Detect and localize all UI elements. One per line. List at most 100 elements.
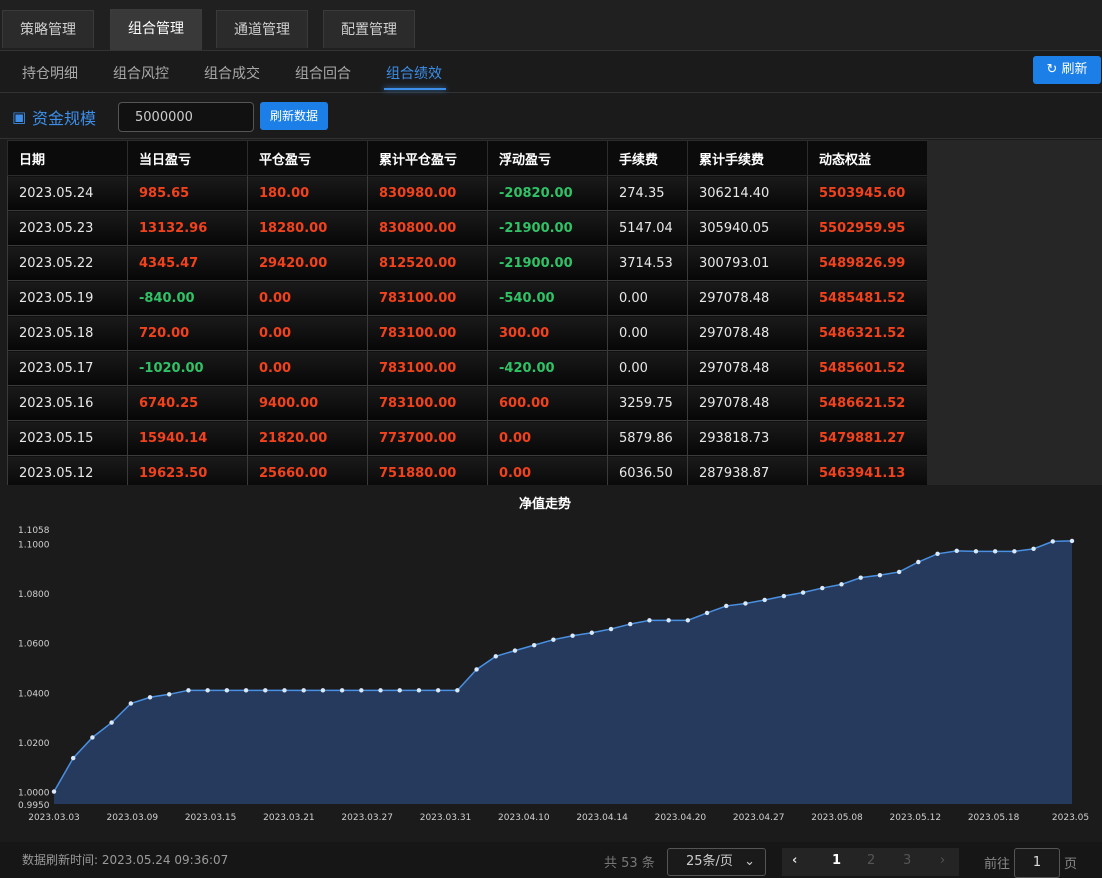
table-cell: 600.00 [487,385,608,421]
chart-point [263,688,268,693]
chart-point [71,755,76,761]
table-cell: 5463941.13 [807,455,927,485]
table-cell: 2023.05.24 [7,175,128,211]
top-tab-bar: 策略管理 组合管理 通道管理 配置管理 [0,0,1102,51]
chart-point [628,621,633,627]
refresh-button[interactable]: ↻ 刷新 [1033,56,1101,84]
table-cell: 6036.50 [607,455,688,485]
table-cell: 751880.00 [367,455,488,485]
chart-point [1031,546,1036,552]
x-tick-label: 2023.05 [1052,813,1089,823]
x-tick-label: 2023.05.18 [968,813,1020,823]
y-tick-label: 0.9950 [18,801,50,811]
chart-point [647,618,652,623]
refresh-data-button[interactable]: 刷新数据 [260,102,328,130]
table-cell: 3259.75 [607,385,688,421]
table-row: 2023.05.22 4345.47 29420.00 812520.00 -21900… [7,245,927,281]
table-cell: 0.00 [247,315,368,351]
subtab-rounds[interactable]: 组合回合 [295,63,351,83]
chart-point [301,688,306,693]
chart-point [493,654,498,659]
table-cell: -21900.00 [487,245,608,281]
table-row: 2023.05.16 6740.25 9400.00 783100.00 600.00 3… [7,385,927,421]
y-tick-label: 1.1058 [18,526,50,536]
subtab-risk[interactable]: 组合风控 [113,63,169,83]
table-cell: 297078.48 [687,350,808,386]
table-cell: 2023.05.22 [7,245,128,281]
table-cell: 305940.05 [687,210,808,246]
chart-point [839,582,844,587]
table-cell: 830980.00 [367,175,488,211]
table-row: 2023.05.15 15940.14 21820.00 773700.00 0.00 5… [7,420,927,456]
table-cell: -420.00 [487,350,608,386]
table-cell: 773700.00 [367,420,488,456]
x-tick-label: 2023.05.08 [811,813,863,823]
x-tick-label: 2023.04.20 [655,813,707,823]
chart-point [724,603,729,609]
table-cell: 3714.53 [607,245,688,281]
divider [0,138,1102,139]
page-3[interactable]: 3 [903,853,911,868]
page-1[interactable]: 1 [832,853,841,868]
refresh-button-label: 刷新 [1061,62,1088,77]
chart-point [551,637,556,642]
table-cell: 297078.48 [687,280,808,316]
chart-point [935,551,940,557]
next-page-icon[interactable]: › [940,853,945,868]
table-cell: 306214.40 [687,175,808,211]
x-tick-label: 2023.05.12 [890,813,942,823]
goto-page-input[interactable]: 1 [1014,848,1060,878]
table-cell: 0.00 [607,280,688,316]
chart-point [128,701,134,706]
table-cell: 300793.01 [687,245,808,281]
chart-point [762,597,767,603]
tab-portfolio[interactable]: 组合管理 [110,9,202,50]
page-size-select[interactable]: 25条/页 ⌄ [667,848,766,876]
column-header: 手续费 [607,140,688,176]
performance-table: 日期 当日盈亏 平仓盈亏 累计平仓盈亏 浮动盈亏 手续费 累计手续费 动态权益 2023.05… [7,140,927,485]
active-subtab-indicator [384,88,446,90]
table-cell: 29420.00 [247,245,368,281]
chart-point [973,549,979,554]
tab-channel[interactable]: 通道管理 [216,10,308,48]
page-unit-label: 页 [1064,857,1078,872]
y-tick-label: 1.0800 [18,590,50,600]
chart-point [474,667,479,672]
table-cell: 15940.14 [127,420,248,456]
chart-point [666,618,671,623]
table-cell: 5479881.27 [807,420,927,456]
chart-point [820,585,825,591]
chart-point [743,601,748,606]
tab-strategy[interactable]: 策略管理 [2,10,94,48]
table-cell: 5486321.52 [807,315,927,351]
table-cell: 2023.05.23 [7,210,128,246]
subtab-trades[interactable]: 组合成交 [204,63,260,83]
table-row: 2023.05.18 720.00 0.00 783100.00 300.00 0.00 2… [7,315,927,351]
table-cell: 2023.05.12 [7,455,128,485]
page-2[interactable]: 2 [867,853,875,868]
table-cell: 0.00 [247,280,368,316]
y-tick-label: 1.0600 [18,640,50,650]
table-cell: 4345.47 [127,245,248,281]
chart-point [916,559,921,565]
chart-point [455,688,460,693]
chart-point [781,593,787,599]
prev-page-icon[interactable]: ‹ [792,853,797,868]
capital-input[interactable] [118,102,254,132]
table-cell: 5503945.60 [807,175,927,211]
x-tick-label: 2023.04.27 [733,813,785,823]
column-header: 累计手续费 [687,140,808,176]
table-cell: 180.00 [247,175,368,211]
chart-area [54,540,1072,804]
subtab-performance[interactable]: 组合绩效 [386,63,442,83]
table-cell: 297078.48 [687,315,808,351]
subtab-positions[interactable]: 持仓明细 [22,63,78,83]
chart-point [608,626,614,632]
column-header: 动态权益 [807,140,927,176]
table-cell: 0.00 [607,350,688,386]
tab-config[interactable]: 配置管理 [323,10,415,48]
y-tick-label: 1.1000 [18,540,50,550]
column-header: 当日盈亏 [127,140,248,176]
chart-point [205,688,210,693]
table-cell: 783100.00 [367,350,488,386]
